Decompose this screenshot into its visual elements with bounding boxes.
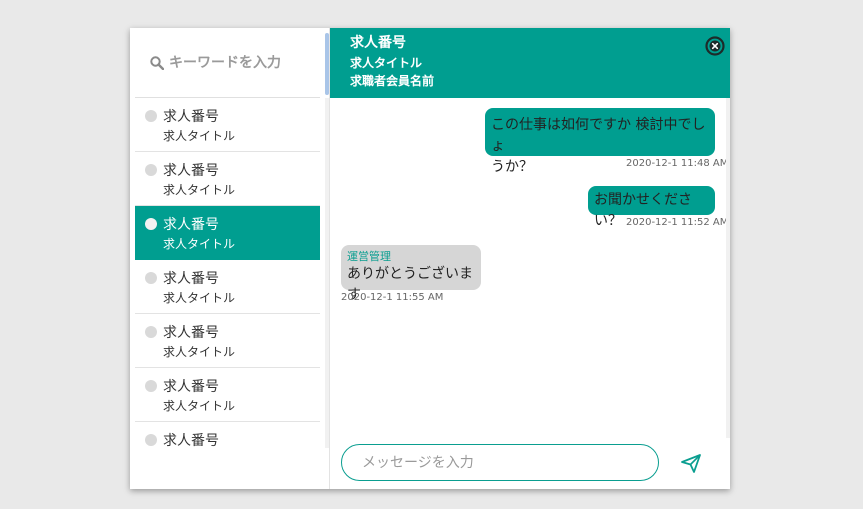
job-number: 求人番号 xyxy=(163,433,219,448)
job-number: 求人番号 xyxy=(163,163,219,179)
header-job-title: 求人タイトル xyxy=(350,56,423,70)
status-dot-icon xyxy=(145,380,157,392)
message-scroll-track[interactable] xyxy=(726,98,730,438)
header-applicant-name: 求職者会員名前 xyxy=(350,74,435,88)
message-bubble-outgoing: この仕事は如何ですか 検討中でしょ うか？ xyxy=(485,108,715,175)
close-icon[interactable] xyxy=(705,36,725,56)
conversation-item[interactable]: 求人番号 求人タイトル xyxy=(135,152,320,206)
conversation-item[interactable]: 求人番号 求人タイトル xyxy=(135,98,320,152)
message-composer xyxy=(330,438,730,489)
message-area: この仕事は如何ですか 検討中でしょ うか？ 2020-12-1 11:48 AM… xyxy=(330,98,730,438)
job-title: 求人タイトル xyxy=(163,345,236,359)
status-dot-icon xyxy=(145,110,157,122)
status-dot-icon xyxy=(145,326,157,338)
search-box[interactable] xyxy=(135,28,320,98)
status-dot-icon xyxy=(145,272,157,284)
message-bubble-outgoing: お聞かせください？ xyxy=(588,186,715,229)
conversation-item[interactable]: 求人番号 求人タイトル xyxy=(135,314,320,368)
message-text: この仕事は如何ですか 検討中でしょ xyxy=(491,117,706,154)
status-dot-icon xyxy=(145,434,157,446)
send-icon[interactable] xyxy=(680,452,702,474)
job-title: 求人タイトル xyxy=(163,183,236,197)
message-input[interactable] xyxy=(341,444,659,481)
conversation-item[interactable]: 求人番号 xyxy=(135,422,320,448)
sidebar-scroll-track[interactable] xyxy=(325,98,329,448)
conversation-item-active[interactable]: 求人番号 求人タイトル xyxy=(135,206,320,260)
message-timestamp: 2020-12-1 11:48 AM xyxy=(626,158,729,169)
job-number: 求人番号 xyxy=(163,325,219,341)
job-title: 求人タイトル xyxy=(163,291,236,305)
search-input[interactable] xyxy=(169,54,319,71)
search-icon xyxy=(150,55,164,70)
sidebar-scrollbar-thumb[interactable] xyxy=(325,33,329,95)
job-number: 求人番号 xyxy=(163,109,219,125)
chat-panel: 求人番号 求人タイトル 求職者会員名前 この仕事は如何ですか 検討中でしょ うか… xyxy=(330,28,730,489)
header-job-number: 求人番号 xyxy=(350,35,406,51)
chat-window: 求人番号 求人タイトル 求人番号 求人タイトル 求人番号 求人タイトル 求人番号… xyxy=(130,28,730,489)
message-text: うか？ xyxy=(491,159,533,175)
job-title: 求人タイトル xyxy=(163,129,236,143)
message-sender: 運営管理 xyxy=(347,250,391,263)
chat-header: 求人番号 求人タイトル 求職者会員名前 xyxy=(330,28,730,98)
conversation-item[interactable]: 求人番号 求人タイトル xyxy=(135,260,320,314)
job-title: 求人タイトル xyxy=(163,237,236,251)
message-timestamp: 2020-12-1 11:55 AM xyxy=(341,292,444,303)
job-number: 求人番号 xyxy=(163,271,219,287)
status-dot-icon xyxy=(145,164,157,176)
job-number: 求人番号 xyxy=(163,379,219,395)
job-title: 求人タイトル xyxy=(163,399,236,413)
conversation-sidebar: 求人番号 求人タイトル 求人番号 求人タイトル 求人番号 求人タイトル 求人番号… xyxy=(130,28,330,489)
message-bubble-incoming: 運営管理 ありがとうございます xyxy=(341,245,481,303)
job-number: 求人番号 xyxy=(163,217,219,233)
message-timestamp: 2020-12-1 11:52 AM xyxy=(626,217,729,228)
conversation-list: 求人番号 求人タイトル 求人番号 求人タイトル 求人番号 求人タイトル 求人番号… xyxy=(135,98,320,448)
status-dot-icon xyxy=(145,218,157,230)
conversation-item[interactable]: 求人番号 求人タイトル xyxy=(135,368,320,422)
